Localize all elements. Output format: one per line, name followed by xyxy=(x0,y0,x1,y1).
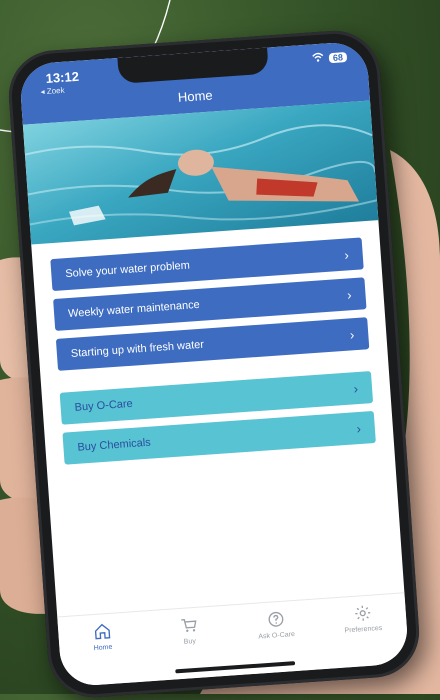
tab-label: Buy xyxy=(183,637,197,646)
hero-image xyxy=(22,100,379,245)
cart-icon xyxy=(180,619,196,632)
tab-label: Ask O-Care xyxy=(258,631,296,641)
chevron-right-icon: › xyxy=(355,420,362,436)
battery-indicator: 68 xyxy=(328,51,348,63)
tab-buy[interactable]: Buy xyxy=(153,614,225,648)
gear-icon xyxy=(354,605,370,621)
tab-home[interactable]: Home xyxy=(66,620,138,654)
wifi-icon xyxy=(311,52,324,66)
question-icon xyxy=(268,611,283,627)
button-label: Solve your water problem xyxy=(64,259,191,281)
tab-label: Home xyxy=(93,643,113,653)
status-back-link[interactable]: ◂ Zoek xyxy=(40,86,65,97)
phone-device: 13:12 ◂ Zoek 68 Home Solve your water pr… xyxy=(5,27,423,700)
chevron-right-icon: › xyxy=(353,380,359,396)
button-label: Weekly water maintenance xyxy=(67,298,201,321)
tab-preferences[interactable]: Preferences xyxy=(327,602,399,636)
chevron-right-icon: › xyxy=(349,326,355,342)
status-time: 13:12 xyxy=(45,68,80,87)
main-menu: Solve your water problem › Weekly water … xyxy=(50,237,376,472)
home-indicator xyxy=(175,661,296,674)
tab-label: Preferences xyxy=(344,624,383,635)
home-icon xyxy=(94,623,110,640)
chevron-right-icon: › xyxy=(346,286,352,303)
tab-ask-ocare[interactable]: Ask O-Care xyxy=(240,608,312,642)
button-label: Starting up with fresh water xyxy=(70,338,205,360)
button-label: Buy Chemicals xyxy=(77,436,152,454)
button-label: Buy O-Care xyxy=(74,397,134,414)
status-icons: 68 xyxy=(311,50,348,66)
app-screen: 13:12 ◂ Zoek 68 Home Solve your water pr… xyxy=(18,40,410,688)
chevron-right-icon: › xyxy=(343,246,350,263)
